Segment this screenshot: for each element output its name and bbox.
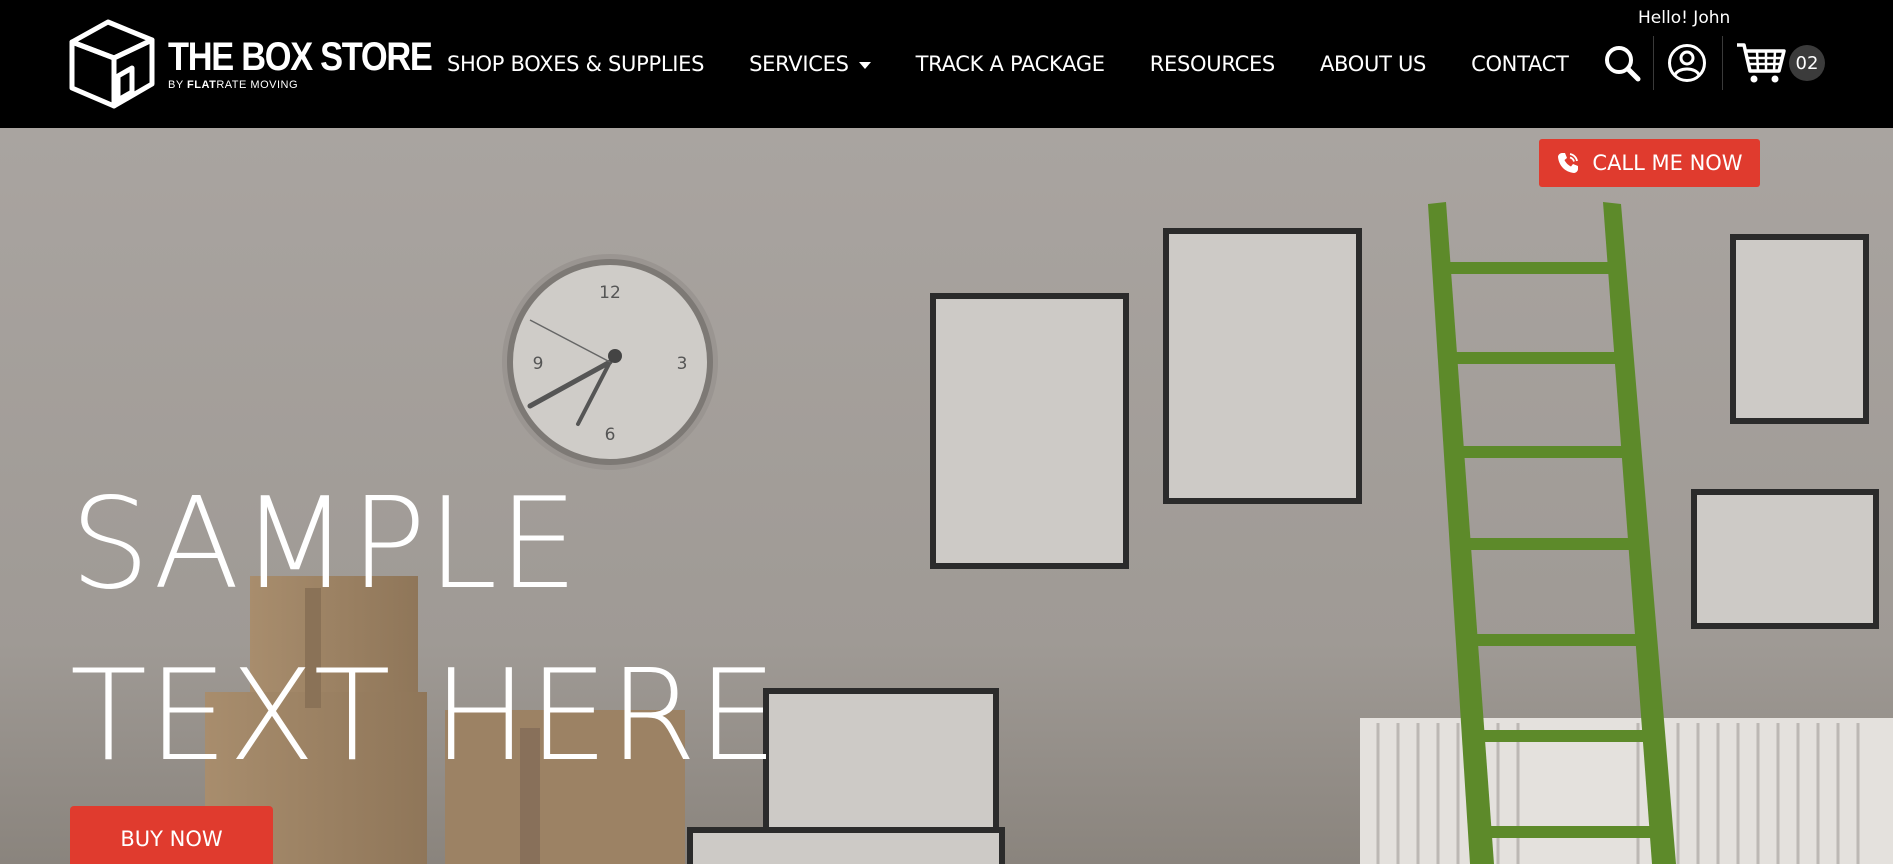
nav-services[interactable]: SERVICES <box>749 52 871 76</box>
svg-text:12: 12 <box>599 283 621 303</box>
call-me-now-button[interactable]: CALL ME NOW <box>1539 139 1760 187</box>
caret-down-icon <box>858 61 871 69</box>
search-icon <box>1605 46 1641 82</box>
header-divider <box>1653 36 1654 90</box>
wall-clock: 12 3 6 9 <box>502 254 718 470</box>
brand-tagline: BY FLATRATE MOVING <box>168 79 299 91</box>
headline-line-1: SAMPLE <box>70 470 580 617</box>
brand-logo[interactable]: THE BOX STORE BY FLATRATE MOVING <box>68 18 433 110</box>
brand-name: THE BOX STORE <box>168 35 433 79</box>
user-circle-icon <box>1668 44 1706 82</box>
phone-icon <box>1558 153 1579 173</box>
cart-button[interactable] <box>1733 40 1789 86</box>
search-button[interactable] <box>1600 40 1644 86</box>
site-header: THE BOX STORE BY FLATRATE MOVING SHOP BO… <box>0 0 1893 128</box>
nav-track-package[interactable]: TRACK A PACKAGE <box>916 52 1105 76</box>
user-greeting: Hello! John <box>1638 8 1731 28</box>
account-button[interactable] <box>1664 40 1710 86</box>
cart-count-badge: 02 <box>1789 45 1825 81</box>
hero-banner: 12 3 6 9 CALL ME NOW SAMPLE TEXT HERE BU… <box>0 128 1893 864</box>
svg-text:3: 3 <box>677 354 688 374</box>
svg-text:9: 9 <box>533 354 544 374</box>
box-logo-icon <box>69 19 155 109</box>
nav-contact[interactable]: CONTACT <box>1471 52 1569 76</box>
svg-text:6: 6 <box>605 425 616 445</box>
nav-shop-boxes[interactable]: SHOP BOXES & SUPPLIES <box>447 52 704 76</box>
nav-resources[interactable]: RESOURCES <box>1150 52 1276 76</box>
call-me-now-label: CALL ME NOW <box>1592 151 1743 175</box>
main-nav: SHOP BOXES & SUPPLIES SERVICES TRACK A P… <box>447 48 1569 80</box>
headline-line-2: TEXT HERE <box>70 642 779 789</box>
header-divider <box>1722 36 1723 90</box>
nav-about-us[interactable]: ABOUT US <box>1320 52 1426 76</box>
buy-now-button[interactable]: BUY NOW <box>70 806 273 864</box>
hero-headline: SAMPLE TEXT HERE <box>70 458 778 802</box>
cart-icon <box>1737 43 1786 83</box>
